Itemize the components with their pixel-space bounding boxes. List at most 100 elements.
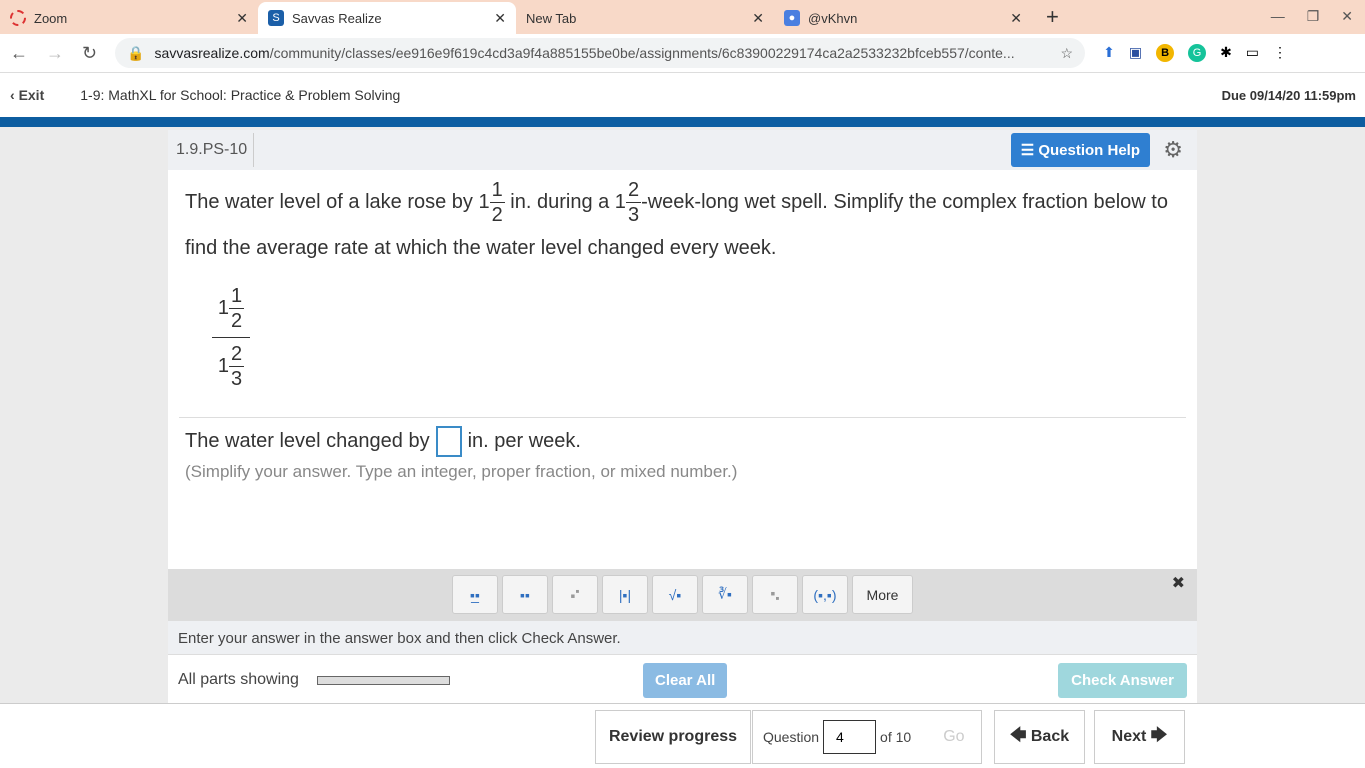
square-root-button[interactable]: √▪ bbox=[652, 575, 698, 614]
tab-label: New Tab bbox=[526, 10, 577, 26]
gear-icon[interactable]: ⚙ bbox=[1163, 137, 1183, 163]
puzzle-icon[interactable]: ✱ bbox=[1220, 44, 1232, 62]
close-icon[interactable]: ✕ bbox=[236, 10, 248, 27]
close-icon[interactable]: ✕ bbox=[1010, 10, 1022, 27]
fraction: 23 bbox=[625, 178, 642, 227]
subscript-icon: ▪▪ bbox=[770, 584, 780, 605]
grammarly-icon[interactable]: G bbox=[1188, 44, 1207, 62]
divider bbox=[0, 117, 1365, 127]
url-input[interactable]: 🔒 savvasrealize.com/community/classes/ee9… bbox=[115, 38, 1086, 68]
exit-label: Exit bbox=[18, 87, 45, 103]
ordered-pair-icon: (▪,▪) bbox=[813, 586, 837, 603]
review-progress-button[interactable]: Review progress bbox=[595, 710, 751, 764]
meet-icon: ● bbox=[784, 10, 800, 26]
tab-label: Savvas Realize bbox=[292, 10, 382, 26]
numerator: 2 bbox=[229, 343, 245, 367]
close-icon[interactable]: ✕ bbox=[494, 10, 506, 27]
address-bar-row: ← → ↻ 🔒 savvasrealize.com/community/class… bbox=[0, 34, 1365, 73]
text: in. during a 1 bbox=[504, 190, 626, 213]
assignment-header: ‹ Exit 1-9: MathXL for School: Practice … bbox=[0, 73, 1365, 117]
question-navigator: Question of 10 Go bbox=[752, 710, 982, 764]
bottom-nav: Review progress Question of 10 Go 🡄 Back… bbox=[0, 703, 1365, 768]
question-text: The water level of a lake rose by 112 in… bbox=[168, 170, 1197, 278]
new-tab-button[interactable]: + bbox=[1046, 4, 1059, 30]
tab-label: Zoom bbox=[34, 10, 68, 26]
close-toolbar-icon[interactable]: ✖ bbox=[1172, 573, 1185, 593]
reload-icon[interactable]: ↻ bbox=[82, 43, 97, 64]
menu-icon[interactable]: ⋮ bbox=[1273, 44, 1287, 62]
tab-savvas[interactable]: S Savvas Realize ✕ bbox=[258, 2, 516, 34]
cast-icon[interactable]: ▭ bbox=[1246, 44, 1259, 62]
question-total: of 10 bbox=[880, 729, 912, 745]
mixed-number-icon: ▪▪ bbox=[520, 586, 530, 603]
question-panel: 1.9.PS-10 ☰ Question Help ⚙ The water le… bbox=[168, 130, 1197, 703]
lock-icon: 🔒 bbox=[127, 44, 145, 61]
nth-root-icon: ∛▪ bbox=[718, 586, 732, 602]
tab-zoom[interactable]: Zoom ✕ bbox=[0, 2, 258, 34]
back-arrow-icon[interactable]: ← bbox=[10, 43, 28, 64]
ordered-pair-button[interactable]: (▪,▪) bbox=[802, 575, 848, 614]
due-date: Due 09/14/20 11:59pm bbox=[1221, 87, 1356, 103]
clear-all-button[interactable]: Clear All bbox=[643, 663, 728, 698]
instructions: Enter your answer in the answer box and … bbox=[168, 621, 1197, 655]
exponent-button[interactable]: ▪▪ bbox=[552, 575, 598, 614]
text: The water level of a lake rose by 1 bbox=[185, 190, 490, 213]
more-button[interactable]: More bbox=[852, 575, 913, 614]
numerator: 1 bbox=[489, 179, 505, 203]
parts-progress-bar bbox=[316, 675, 450, 685]
whole: 1 bbox=[217, 297, 229, 319]
math-toolbar: ▪̲▪ ▪▪ ▪▪ |▪| √▪ ∛▪ ▪▪ (▪,▪) More ✖ bbox=[168, 569, 1197, 621]
answer-suffix: in. per week. bbox=[467, 430, 581, 452]
restore-icon[interactable]: ❐ bbox=[1307, 8, 1320, 25]
arrow-left-icon: 🡄 bbox=[1009, 726, 1031, 744]
answer-line: The water level changed by in. per week. bbox=[185, 426, 581, 457]
question-label: Question bbox=[763, 729, 820, 745]
answer-input[interactable] bbox=[435, 426, 462, 457]
arrow-right-icon: 🡆 bbox=[1146, 726, 1168, 744]
check-answer-button[interactable]: Check Answer bbox=[1058, 663, 1187, 698]
question-number-input[interactable] bbox=[823, 720, 877, 754]
tab-new[interactable]: New Tab ✕ bbox=[516, 2, 774, 34]
whole: 1 bbox=[217, 355, 229, 377]
tab-label: @vKhvn bbox=[808, 10, 858, 26]
back-label: Back bbox=[1030, 728, 1070, 745]
list-icon: ☰ bbox=[1020, 142, 1039, 159]
url-domain: savvasrealize.com bbox=[154, 45, 270, 61]
absolute-value-icon: |▪| bbox=[618, 586, 632, 603]
fraction-button[interactable]: ▪̲▪ bbox=[452, 575, 498, 614]
extension-book-icon[interactable]: ▣ bbox=[1129, 44, 1142, 62]
forward-arrow-icon[interactable]: → bbox=[46, 43, 64, 64]
nth-root-button[interactable]: ∛▪ bbox=[702, 575, 748, 614]
subscript-button[interactable]: ▪▪ bbox=[752, 575, 798, 614]
fraction: 23 bbox=[229, 342, 245, 391]
tab-vkhvn[interactable]: ● @vKhvn ✕ bbox=[774, 2, 1032, 34]
savvas-icon: S bbox=[268, 10, 284, 26]
next-label: Next bbox=[1111, 728, 1147, 745]
go-button[interactable]: Go bbox=[943, 728, 964, 746]
help-label: Question Help bbox=[1038, 142, 1140, 159]
mixed-number-button[interactable]: ▪▪ bbox=[502, 575, 548, 614]
fraction-icon: ▪̲▪ bbox=[470, 586, 480, 603]
square-root-icon: √▪ bbox=[668, 586, 682, 603]
divider bbox=[179, 417, 1186, 418]
back-button[interactable]: 🡄 Back bbox=[994, 710, 1085, 764]
tab-strip: Zoom ✕ S Savvas Realize ✕ New Tab ✕ ● @vKhvn ✕… bbox=[0, 0, 1365, 34]
answer-hint: (Simplify your answer. Type an integer, … bbox=[185, 462, 738, 481]
all-parts-label: All parts showing bbox=[178, 671, 299, 688]
minimize-icon[interactable]: — bbox=[1271, 8, 1285, 25]
denominator: 3 bbox=[627, 204, 640, 226]
extension-arrow-icon[interactable]: ⬆ bbox=[1103, 44, 1115, 62]
next-button[interactable]: Next 🡆 bbox=[1094, 710, 1185, 764]
question-help-button[interactable]: ☰ Question Help bbox=[1010, 133, 1150, 167]
close-icon[interactable]: ✕ bbox=[752, 10, 764, 27]
exit-button[interactable]: ‹ Exit bbox=[10, 87, 44, 103]
fraction: 12 bbox=[489, 178, 505, 227]
window-close-icon[interactable]: ✕ bbox=[1341, 8, 1353, 25]
complex-fraction: 112 123 bbox=[212, 284, 250, 391]
absolute-value-button[interactable]: |▪| bbox=[602, 575, 648, 614]
denominator: 2 bbox=[231, 310, 243, 332]
extension-b-icon[interactable]: B bbox=[1156, 44, 1175, 62]
star-icon[interactable]: ☆ bbox=[1061, 45, 1074, 62]
numerator: 2 bbox=[625, 179, 642, 203]
denominator: 2 bbox=[491, 204, 503, 226]
